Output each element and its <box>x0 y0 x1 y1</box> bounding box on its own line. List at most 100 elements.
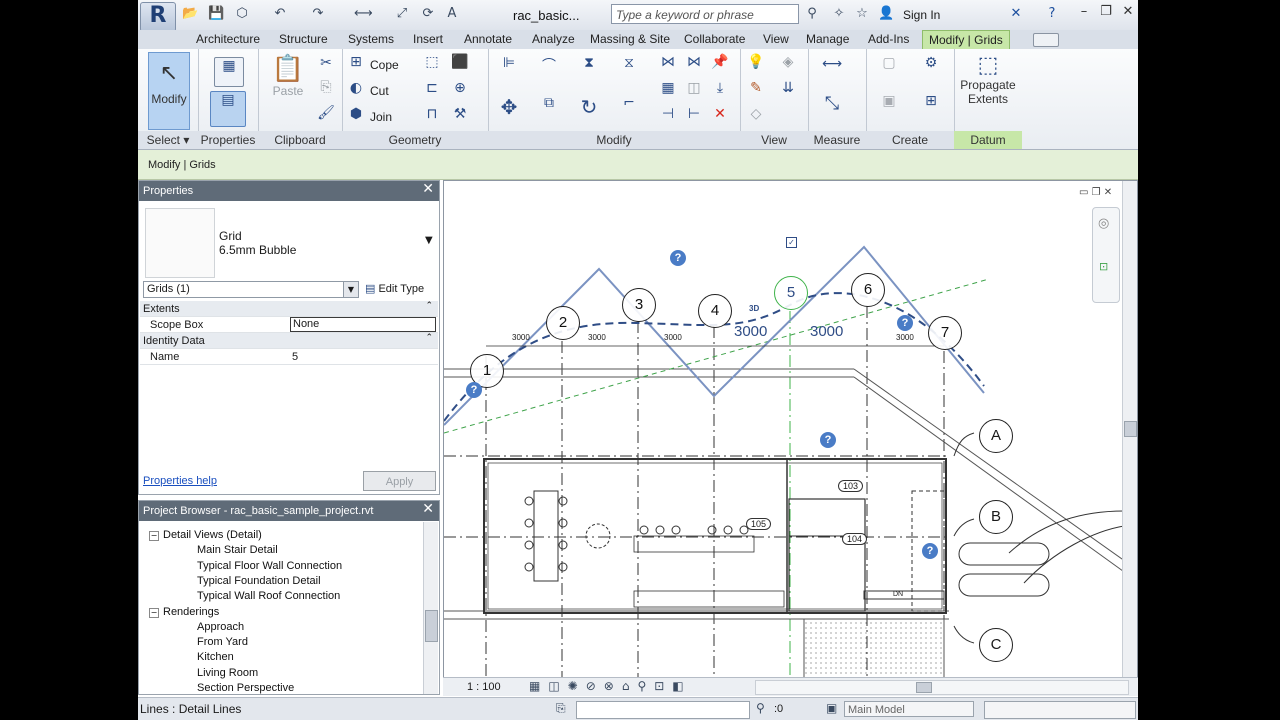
binoculars-icon[interactable]: ⚲ <box>804 6 820 22</box>
wall-join-icon[interactable]: ⊏ <box>422 80 442 100</box>
grid-bubble-a[interactable]: A <box>979 419 1013 453</box>
linework-icon[interactable]: ✎ <box>746 80 766 100</box>
dim-text[interactable]: 3000 <box>512 333 530 342</box>
workset-select[interactable] <box>576 701 750 719</box>
hide-bubble-icon[interactable]: ? <box>897 315 913 331</box>
copy-icon[interactable]: ⎘ <box>316 79 336 99</box>
tab-analyze[interactable]: Analyze <box>532 32 575 46</box>
tab-architecture[interactable]: Architecture <box>196 32 260 46</box>
open-icon[interactable]: 📂 <box>182 6 198 22</box>
ribbon-minimize-toggle[interactable] <box>1033 33 1059 47</box>
undo-icon[interactable]: ↶ <box>272 6 288 22</box>
browser-view-item[interactable]: Living Room <box>197 667 258 679</box>
help-icon[interactable]: ? <box>1044 6 1060 22</box>
room-tag[interactable]: 105 <box>746 518 772 530</box>
pin-icon[interactable]: 📌 <box>710 54 730 74</box>
filter-view-icon[interactable]: ⇊ <box>778 80 798 100</box>
browser-scrollbar[interactable] <box>423 522 438 694</box>
close-window-button[interactable]: ✕ <box>1117 4 1138 24</box>
hide-in-view-icon[interactable]: 💡 <box>746 54 766 74</box>
3d-toggle-label[interactable]: 3D <box>749 304 759 313</box>
move-icon[interactable]: ✥ <box>494 95 524 125</box>
beam-join-icon[interactable]: ⊕ <box>450 80 470 100</box>
tab-add-ins[interactable]: Add-Ins <box>868 32 909 46</box>
instance-filter-select[interactable]: Grids (1) ▼ <box>143 281 359 298</box>
create-group-icon[interactable]: ⚙ <box>916 55 946 85</box>
measure-icon[interactable]: ⟷ <box>354 6 373 22</box>
tab-systems[interactable]: Systems <box>348 32 394 46</box>
rotate-icon[interactable]: ↻ <box>574 95 604 125</box>
browser-view-item[interactable]: Section Perspective <box>197 682 294 694</box>
hide-bubble-icon[interactable]: ? <box>922 543 938 559</box>
collapse-icon[interactable]: − <box>149 531 159 541</box>
trim-multiple-icon[interactable]: ⊣ <box>658 106 678 126</box>
vertical-scrollbar[interactable] <box>1122 181 1137 678</box>
navigation-bar[interactable]: ◎ ⊡ <box>1092 207 1120 303</box>
tag-icon[interactable]: ⟳ <box>420 6 436 22</box>
subscription-icon[interactable]: ✧ <box>831 6 847 22</box>
category-identity-data[interactable]: Identity Data ⌃ <box>140 333 438 349</box>
category-extents[interactable]: Extents ⌃ <box>140 301 438 317</box>
sync-icon[interactable]: ⬡ <box>234 6 250 22</box>
design-option-select[interactable]: Main Model <box>844 701 974 717</box>
apply-button[interactable]: Apply <box>363 471 436 491</box>
name-value[interactable]: 5 <box>290 349 436 365</box>
application-menu-button[interactable]: R <box>140 2 176 32</box>
hide-bubble-icon[interactable]: ? <box>670 250 686 266</box>
hammer-icon[interactable]: ⚒ <box>450 106 470 126</box>
tab-massing-site[interactable]: Massing & Site <box>590 32 670 46</box>
match-properties-icon[interactable]: 🖌 <box>316 105 336 125</box>
zoom-icon[interactable]: ⊡ <box>1099 260 1108 273</box>
cope-button[interactable]: Cope <box>370 58 399 72</box>
browser-view-item[interactable]: Main Stair Detail <box>197 544 278 556</box>
edit-type-button[interactable]: ▤ Edit Type <box>365 280 435 298</box>
sign-in-link[interactable]: Sign In <box>903 8 940 22</box>
dim-text[interactable]: 3000 <box>664 333 682 342</box>
create-assembly-icon[interactable]: ▢ <box>874 55 904 85</box>
delete-icon[interactable]: ✕ <box>710 106 730 126</box>
type-properties-icon[interactable]: ▦ <box>214 57 244 87</box>
browser-group[interactable]: − Detail Views (Detail) <box>149 529 262 541</box>
scroll-thumb[interactable] <box>1124 421 1137 437</box>
type-selector-dropdown-icon[interactable]: ▼ <box>425 235 433 246</box>
dim-text-large[interactable]: 3000 <box>734 323 767 340</box>
panel-select-label[interactable]: Select ▾ <box>138 131 198 149</box>
join-icon[interactable]: ⬢ <box>346 106 366 126</box>
paint-icon[interactable]: ⬛ <box>450 54 470 74</box>
paste-button[interactable]: 📋 Paste <box>268 54 308 98</box>
exchange-icon[interactable]: ✕ <box>1008 6 1024 22</box>
grid-bubble-6[interactable]: 6 <box>851 273 885 307</box>
view-scale[interactable]: 1 : 100 <box>467 681 501 693</box>
browser-view-item[interactable]: Typical Wall Roof Connection <box>197 590 340 602</box>
dim-text-large[interactable]: 3000 <box>810 323 843 340</box>
grid-bubble-2[interactable]: 2 <box>546 306 580 340</box>
create-similar-icon[interactable]: ⊞ <box>916 93 946 123</box>
grid-bubble-b[interactable]: B <box>979 500 1013 534</box>
tab-structure[interactable]: Structure <box>279 32 328 46</box>
drawing-canvas[interactable]: 1234567ABC 3000 3000 3000 3000 3000 3000… <box>443 180 1138 695</box>
user-icon[interactable]: 👤 <box>878 6 894 22</box>
mirror-draw-axis-icon[interactable]: ⧖ <box>614 55 644 83</box>
browser-view-item[interactable]: Approach <box>197 621 244 633</box>
trim-single-icon[interactable]: ⊢ <box>684 106 704 126</box>
redo-icon[interactable]: ↷ <box>310 6 326 22</box>
aligned-dimension-icon[interactable]: ⤡ <box>814 93 850 114</box>
restore-button[interactable]: ❐ <box>1095 4 1117 24</box>
split-gap-icon[interactable]: ⋈ <box>684 54 704 74</box>
minimize-button[interactable]: – <box>1073 4 1095 24</box>
scroll-thumb[interactable] <box>916 682 932 693</box>
scale-icon[interactable]: ◫ <box>684 80 704 100</box>
extent-checkbox[interactable]: ✓ <box>786 237 797 248</box>
trim-icon[interactable]: ⌐ <box>614 95 644 125</box>
unpin-icon[interactable]: ⤓ <box>710 80 730 100</box>
browser-view-item[interactable]: Kitchen <box>197 651 234 663</box>
array-icon[interactable]: ▦ <box>658 80 678 100</box>
select-view-icon[interactable]: ◇ <box>746 106 766 126</box>
favorites-icon[interactable]: ☆ <box>854 6 870 22</box>
floor-plan[interactable] <box>444 181 1138 680</box>
mirror-pick-axis-icon[interactable]: ⧗ <box>574 55 604 83</box>
browser-view-item[interactable]: Typical Floor Wall Connection <box>197 560 342 572</box>
browser-view-item[interactable]: From Yard <box>197 636 248 648</box>
close-icon[interactable]: ✕ <box>422 181 434 197</box>
cut-geometry-button[interactable]: Cut <box>370 84 389 98</box>
